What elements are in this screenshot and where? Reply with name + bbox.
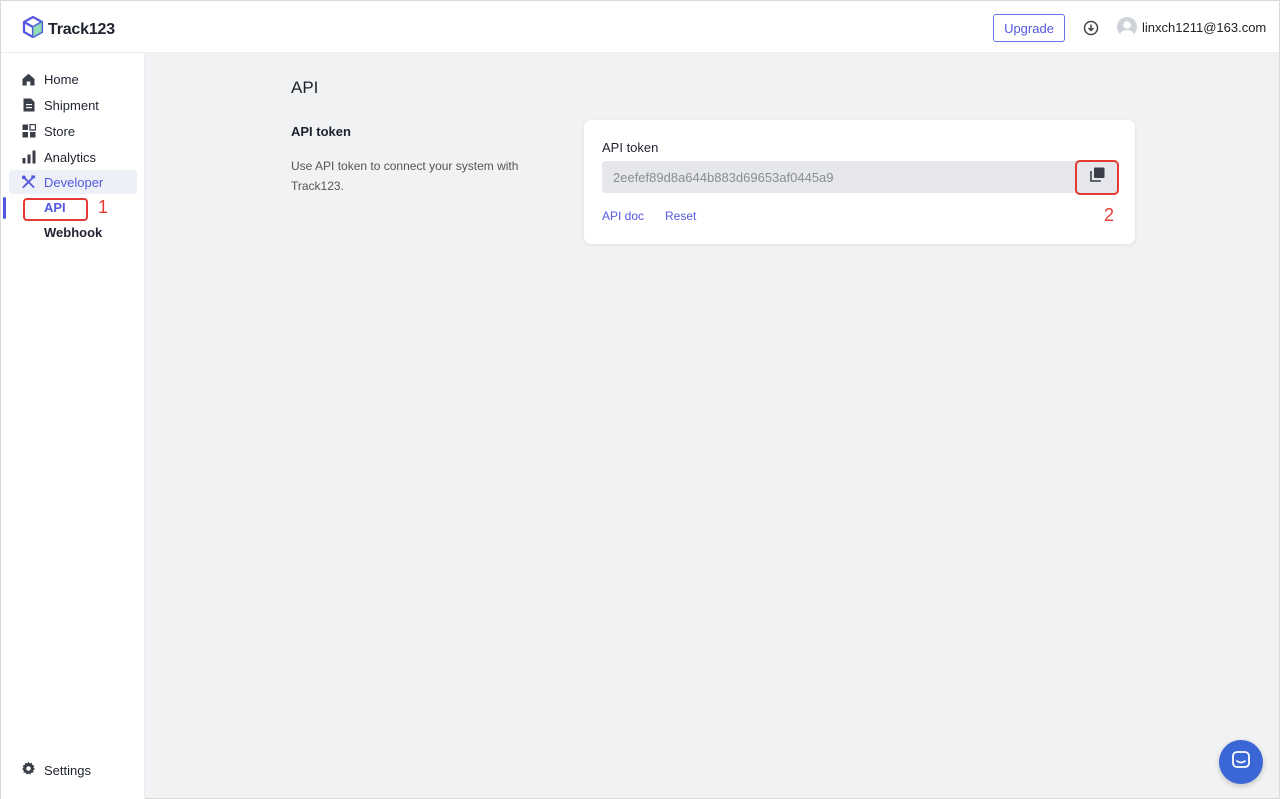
user-email: linxch1211@163.com <box>1142 19 1267 35</box>
section-description: Use API token to connect your system wit… <box>291 159 519 193</box>
api-doc-link[interactable]: API doc <box>602 209 644 223</box>
api-token-card: API token 2eefef89d8a644b883d69653af0445… <box>584 120 1135 244</box>
annotation-highlight-api <box>23 198 88 221</box>
api-token-value: 2eefef89d8a644b883d69653af0445a9 <box>613 169 834 185</box>
chat-icon <box>1231 750 1251 775</box>
sidebar-item-label: Developer <box>44 174 104 190</box>
brand-logo[interactable]: Track123 <box>22 15 115 43</box>
sidebar-subitem-webhook[interactable]: Webhook <box>44 225 102 240</box>
api-token-field[interactable]: 2eefef89d8a644b883d69653af0445a9 <box>602 161 1118 193</box>
annotation-highlight-copy <box>1075 160 1119 195</box>
page-title: API <box>291 78 319 97</box>
annotation-number-2: 2 <box>1104 205 1115 225</box>
reset-link[interactable]: Reset <box>665 209 696 223</box>
sidebar-item-label: Shipment <box>44 97 99 113</box>
tools-icon <box>21 175 36 190</box>
chat-support-button[interactable] <box>1219 740 1263 784</box>
bar-chart-icon <box>21 150 36 165</box>
home-icon <box>21 72 36 87</box>
user-menu[interactable]: linxch1211@163.com <box>1117 17 1266 37</box>
sidebar-item-label: Home <box>44 71 79 87</box>
grid-icon <box>21 124 36 139</box>
active-indicator <box>3 197 6 219</box>
app-window: Track123 Upgrade linxch1211@163.com Home… <box>0 0 1280 799</box>
top-bar: Track123 Upgrade linxch1211@163.com <box>1 1 1279 53</box>
sidebar-item-shipment[interactable]: Shipment <box>9 93 137 117</box>
cube-logo-icon <box>22 15 44 43</box>
annotation-number-1: 1 <box>98 197 109 217</box>
settings-link[interactable]: Settings <box>21 761 91 779</box>
sidebar-item-home[interactable]: Home <box>9 67 137 91</box>
sidebar-item-analytics[interactable]: Analytics <box>9 145 137 169</box>
sidebar-item-label: Analytics <box>44 149 97 165</box>
gear-icon <box>21 761 36 779</box>
sidebar: Home Shipment Store Analytics Developer <box>1 53 145 799</box>
sidebar-item-label: Store <box>44 123 76 139</box>
section-title: API token <box>291 124 351 139</box>
upgrade-button[interactable]: Upgrade <box>993 14 1065 42</box>
document-icon <box>21 98 36 113</box>
sidebar-item-store[interactable]: Store <box>9 119 137 143</box>
sidebar-item-developer[interactable]: Developer <box>9 170 137 194</box>
download-icon[interactable] <box>1083 20 1099 36</box>
avatar-icon <box>1117 17 1137 37</box>
settings-label: Settings <box>44 762 91 778</box>
token-label: API token <box>602 140 659 155</box>
brand-name: Track123 <box>48 20 115 38</box>
